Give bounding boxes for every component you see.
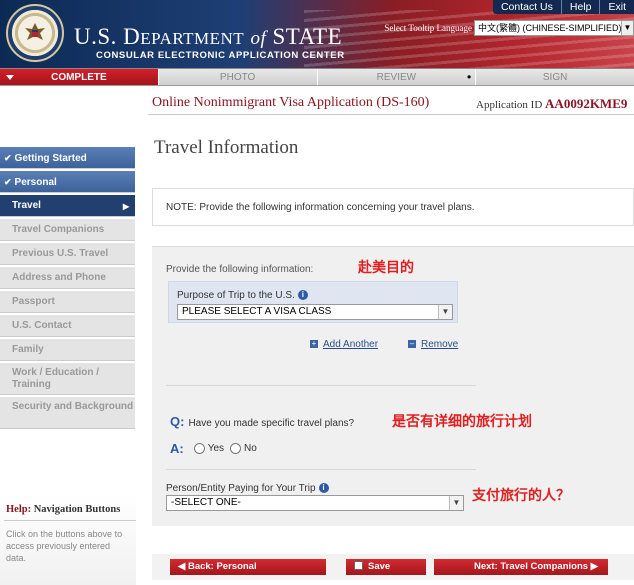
- remove-link[interactable]: – Remove: [408, 339, 458, 350]
- sidebar-item-getting-started[interactable]: Getting Started: [0, 147, 135, 169]
- tooltip-language-value: 中文(繁體) (CHINESE-SIMPLIFIED): [478, 23, 622, 33]
- travel-plans-question: Q: Have you made specific travel plans?: [170, 414, 354, 429]
- annotation-payer: 支付旅行的人？: [472, 487, 570, 503]
- sidebar-item-personal[interactable]: Personal: [0, 171, 135, 193]
- info-icon[interactable]: i: [318, 483, 329, 493]
- step-photo: PHOTO: [157, 69, 317, 85]
- purpose-label: Purpose of Trip to the U.S. i: [177, 290, 308, 301]
- tooltip-language-label: Select Tooltip Language: [384, 23, 472, 33]
- radio-yes[interactable]: [193, 443, 205, 454]
- add-another-label: Add Another: [323, 339, 379, 350]
- help-panel: Help: Navigation Buttons Click on the bu…: [0, 494, 136, 585]
- help-title: Help: Navigation Buttons: [6, 504, 120, 515]
- step-sign: SIGN: [475, 69, 634, 85]
- chevron-down-icon: ▼: [449, 496, 463, 510]
- next-button[interactable]: Next: Travel Companions ▶: [434, 559, 608, 575]
- sidebar-item-us-contact: U.S. Contact: [0, 315, 135, 337]
- radio-yes-label: Yes: [207, 443, 225, 454]
- page-title: Travel Information: [154, 137, 299, 158]
- footer-nav: ◀ Back: Personal Save Next: Travel Compa…: [152, 554, 634, 580]
- chevron-down-icon: ▼: [621, 21, 633, 35]
- application-id: Application ID AA0092KME9: [476, 96, 627, 112]
- payer-label: Person/Entity Paying for Your Trip i: [166, 483, 329, 494]
- next-label: Next: Travel Companions: [474, 561, 589, 572]
- help-link[interactable]: Help: [560, 0, 600, 14]
- purpose-select-value: PLEASE SELECT A VISA CLASS: [182, 306, 332, 317]
- brand-title-state: STATE: [272, 24, 343, 49]
- plus-icon: +: [310, 339, 318, 349]
- annotation-travel-plans: 是否有详细的旅行计划: [392, 413, 532, 429]
- chevron-left-icon: ◀: [178, 561, 188, 572]
- save-button[interactable]: Save: [346, 559, 426, 575]
- sidebar-item-previous-us-travel: Previous U.S. Travel: [0, 243, 135, 265]
- sidebar-nav: Getting Started Personal Travel ▸ Travel …: [0, 147, 136, 431]
- flag-stripes: [304, 10, 634, 68]
- sidebar-item-label: Travel: [12, 200, 41, 211]
- annotation-purpose: 赴美目的: [358, 259, 414, 275]
- purpose-box: Purpose of Trip to the U.S. i PLEASE SELE…: [168, 281, 458, 323]
- section-divider: [166, 469, 476, 470]
- purpose-label-text: Purpose of Trip to the U.S.: [177, 290, 295, 301]
- tooltip-language-select[interactable]: 中文(繁體) (CHINESE-SIMPLIFIED) ▼: [474, 20, 634, 36]
- floppy-disk-icon: [354, 561, 363, 570]
- payer-select-value: -SELECT ONE-: [171, 497, 241, 508]
- radio-no-label: No: [244, 443, 257, 454]
- application-title: Online Nonimmigrant Visa Application (DS…: [152, 95, 430, 110]
- sidebar-item-security-background: Security and Background: [0, 397, 135, 429]
- help-title-prefix: Help:: [6, 504, 32, 515]
- question-prefix: Q:: [170, 414, 185, 429]
- question-text: Have you made specific travel plans?: [188, 418, 355, 429]
- eagle-icon: [25, 23, 45, 40]
- purpose-select[interactable]: PLEASE SELECT A VISA CLASS ▼: [177, 304, 453, 320]
- site-header: U.S. DEPARTMENT of STATE CONSULAR ELECTR…: [0, 0, 634, 68]
- progress-bar: COMPLETE PHOTO REVIEW • SIGN: [0, 68, 634, 86]
- sidebar-item-family: Family: [0, 339, 135, 361]
- payer-label-text: Person/Entity Paying for Your Trip: [166, 483, 316, 494]
- top-links: Contact Us Help Exit: [492, 0, 634, 14]
- brand-title: U.S. DEPARTMENT of STATE: [74, 24, 342, 50]
- answer-prefix: A:: [170, 441, 184, 456]
- note-box: NOTE: Provide the following information …: [152, 188, 634, 226]
- exit-link[interactable]: Exit: [599, 0, 634, 14]
- chevron-down-icon: ▼: [438, 305, 452, 319]
- radio-no[interactable]: [230, 443, 242, 454]
- ds160-page: U.S. DEPARTMENT of STATE CONSULAR ELECTR…: [0, 0, 634, 585]
- info-icon[interactable]: i: [297, 290, 308, 300]
- subheader-divider: [148, 114, 634, 115]
- chevron-right-icon: ▸: [122, 199, 129, 213]
- application-id-label: Application ID: [476, 99, 543, 111]
- note-text: NOTE: Provide the following information …: [166, 202, 475, 213]
- help-divider: [4, 520, 136, 521]
- step-complete: COMPLETE: [0, 69, 158, 85]
- add-another-link[interactable]: + Add Another: [310, 339, 378, 350]
- brand-title-us: U.S. D: [74, 24, 141, 49]
- payer-select[interactable]: -SELECT ONE- ▼: [166, 495, 464, 511]
- step-review: REVIEW •: [316, 69, 476, 85]
- section-divider: [166, 385, 476, 386]
- sidebar-item-address-phone: Address and Phone: [0, 267, 135, 289]
- chevron-right-icon: ▶: [588, 561, 598, 572]
- remove-label: Remove: [421, 339, 459, 350]
- brand-title-department: EPARTMENT: [140, 29, 245, 48]
- back-button[interactable]: ◀ Back: Personal: [170, 559, 326, 575]
- dot-icon: •: [467, 70, 472, 84]
- sidebar-item-travel[interactable]: Travel ▸: [0, 195, 135, 217]
- help-title-text: Navigation Buttons: [31, 504, 121, 515]
- provide-label: Provide the following information:: [166, 264, 314, 275]
- sidebar-item-passport: Passport: [0, 291, 135, 313]
- sidebar-item-travel-companions: Travel Companions: [0, 219, 135, 241]
- help-text: Click on the buttons above to access pre…: [6, 529, 123, 563]
- travel-form-section: Provide the following information: 赴美目的 …: [152, 246, 634, 526]
- sidebar-item-work-education: Work / Education / Training: [0, 363, 135, 395]
- travel-plans-answer: A: Yes No: [170, 441, 257, 456]
- contact-us-link[interactable]: Contact Us: [493, 0, 561, 14]
- brand-subtitle: CONSULAR ELECTRONIC APPLICATION CENTER: [96, 50, 345, 61]
- state-department-seal: [6, 4, 64, 62]
- step-review-label: REVIEW: [376, 72, 417, 83]
- save-label: Save: [368, 561, 391, 572]
- back-label: Back: Personal: [187, 561, 257, 572]
- application-id-value: AA0092KME9: [545, 96, 628, 111]
- minus-icon: –: [408, 339, 416, 349]
- brand-title-of: of: [250, 28, 267, 49]
